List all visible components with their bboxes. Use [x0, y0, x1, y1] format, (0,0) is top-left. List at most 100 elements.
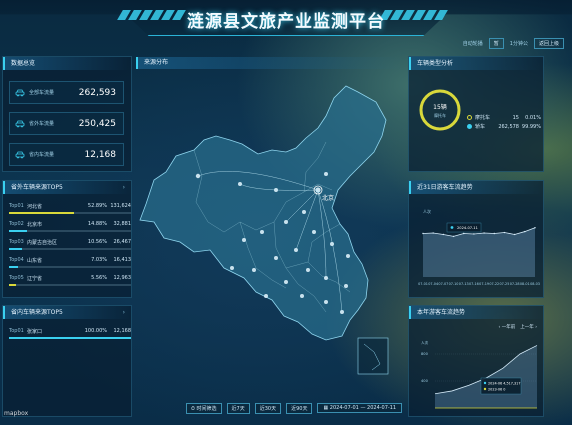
- progress-fill: [9, 230, 28, 232]
- progress-bar: [9, 230, 131, 232]
- region-count: 131,624: [110, 203, 131, 209]
- trend31-x-tick: 07-25: [500, 282, 510, 286]
- next-year-button[interactable]: 上一年 ›: [520, 324, 537, 330]
- stat-total: 全部车流量 262,593: [9, 81, 124, 104]
- inside-top5-title: 省内车辆来源TOP5 ›: [3, 306, 131, 319]
- outside-top5-title: 省外车辆来源TOP5 ›: [3, 181, 131, 194]
- trend31-point: [503, 231, 506, 234]
- trend31-point: [524, 230, 526, 233]
- chip-90days[interactable]: 近90天: [286, 402, 313, 414]
- region-name: 张家口: [27, 329, 43, 335]
- vehicle-type-title: 车辆类型分析: [409, 57, 543, 70]
- progress-fill: [9, 212, 74, 214]
- trend-year-title: 本年游客车流趋势: [409, 306, 543, 319]
- time-filter-label[interactable]: ⏱ 时间筛选: [186, 402, 222, 414]
- china-map[interactable]: 北京: [136, 72, 404, 398]
- trend31-point: [452, 235, 455, 238]
- trend31-point: [432, 232, 434, 234]
- trend31-point: [442, 233, 445, 236]
- top-list-item[interactable]: Top02 北京市 14.88% 32,881: [9, 221, 131, 237]
- stat-inside: 省内车流量 12,168: [9, 143, 124, 166]
- ring-center-value: 15辆: [433, 103, 447, 111]
- progress-bar: [9, 248, 131, 250]
- region-pct: 5.56%: [91, 275, 107, 281]
- region-pct: 52.89%: [87, 203, 107, 209]
- auto-play-toggle[interactable]: 暂: [488, 38, 504, 49]
- trend-year-nav: ‹ 一年前 上一年 ›: [499, 324, 537, 330]
- trend-year-panel: 本年游客车流趋势 ‹ 一年前 上一年 › 人次 800 400 2024-06 4,5…: [408, 305, 544, 417]
- top-list-item[interactable]: Top04 山东省 7.03% 16,413: [9, 257, 131, 273]
- legend-row-moto: 摩托车 15 0.01%: [467, 113, 541, 122]
- trend31-point: [483, 232, 485, 234]
- tooltip-dot-current: [483, 381, 487, 385]
- top-list-item[interactable]: Top01 张家口 100.00% 12,168: [9, 328, 131, 344]
- vehicle-type-ring: 15辆 摩托车: [419, 89, 461, 131]
- chip-30days[interactable]: 近30天: [254, 402, 282, 414]
- region-pct: 10.56%: [87, 239, 107, 245]
- trend31-x-tick: 08-03: [530, 282, 540, 286]
- back-button[interactable]: 返回上级: [533, 38, 564, 49]
- trend31-point: [493, 232, 495, 235]
- trend31-x-tick: 07-01: [418, 282, 428, 286]
- top-list-item[interactable]: Top05 辽宁省 5.56% 12,963: [9, 275, 131, 291]
- trend31-tooltip-dot: [450, 226, 454, 229]
- trend-year-chart[interactable]: 人次 800 400 2024-06 4,517,317 2023-06 0: [417, 338, 541, 414]
- trend-year-tooltip-a: 2024-06 4,517,317: [488, 381, 521, 385]
- progress-bar: [9, 284, 131, 286]
- trend31-x-tick: 08-01: [520, 282, 530, 286]
- trend31-tooltip-text: 2024-07-11: [457, 226, 478, 230]
- progress-bar: [9, 266, 131, 268]
- south-china-sea-inset: [357, 337, 389, 375]
- rank-label: Top05: [9, 275, 24, 281]
- trend-year-y-tick-low: 400: [421, 379, 429, 383]
- trend-year-area: [435, 345, 537, 408]
- trend-year-tooltip-b: 2023-06 0: [488, 387, 505, 391]
- header-controls: 自动轮播 暂 1分钟公 返回上级: [463, 38, 564, 49]
- chevron-right-icon[interactable]: ›: [123, 181, 125, 194]
- progress-fill: [9, 248, 23, 250]
- chevron-right-icon[interactable]: ›: [123, 306, 125, 319]
- region-pct: 14.88%: [87, 221, 107, 227]
- header-decoration-right: [379, 10, 452, 20]
- car-icon: [15, 89, 25, 96]
- prev-year-button[interactable]: ‹ 一年前: [499, 324, 516, 330]
- stat-outside: 省外车流量 250,425: [9, 112, 124, 135]
- region-count: 26,467: [113, 239, 132, 245]
- progress-fill: [9, 284, 17, 286]
- region-name: 河北省: [27, 204, 43, 210]
- china-outline: [139, 85, 387, 341]
- trend31-title: 近31日游客车流趋势: [409, 181, 543, 194]
- date-range-picker[interactable]: ▦ 2024-07-01 — 2024-07-11: [317, 403, 403, 413]
- stat-inside-label: 省内车流量: [29, 152, 55, 158]
- ring-center-label: 摩托车: [434, 112, 446, 118]
- overview-panel: 数据总览 全部车流量 262,593 省外车流量 250,425 省内车流量 1…: [2, 56, 132, 172]
- trend31-point: [534, 227, 536, 229]
- refresh-interval[interactable]: 1分钟公: [510, 40, 528, 47]
- chip-7days[interactable]: 近7天: [226, 402, 250, 414]
- trend31-chart[interactable]: 07-01 07-04 07-07 07-10 07-13 07-16 07-19 07-22…: [417, 215, 541, 293]
- rank-label: Top03: [9, 239, 24, 245]
- trend31-x-tick: 07-07: [438, 282, 448, 286]
- region-count: 32,881: [113, 221, 132, 227]
- region-pct: 100.00%: [84, 328, 107, 334]
- trend31-panel: 近31日游客车流趋势 人次 07-01 07-04 07-07 07-10 07-13 0…: [408, 180, 544, 298]
- stat-inside-value: 12,168: [84, 149, 117, 160]
- top-list-item[interactable]: Top01 河北省 52.89% 131,624: [9, 203, 131, 219]
- trend31-x-tick: 07-04: [428, 282, 438, 286]
- region-count: 12,168: [113, 328, 132, 334]
- top-list-item[interactable]: Top03 内蒙古自治区 10.56% 26,467: [9, 239, 131, 255]
- page-header: 涟源县文旅产业监测平台: [0, 0, 572, 38]
- auto-play-label: 自动轮播: [462, 41, 483, 47]
- vehicle-type-panel: 车辆类型分析 15辆 摩托车 摩托车 15 0.01% 轿车 262,578 9…: [408, 56, 544, 172]
- region-pct: 7.03%: [91, 257, 107, 263]
- trend31-point: [513, 233, 516, 236]
- trend-year-unit: 人次: [421, 340, 429, 345]
- region-name: 辽宁省: [27, 276, 43, 282]
- rank-label: Top01: [9, 328, 24, 334]
- legend-dot-moto: [467, 115, 472, 120]
- stat-outside-value: 250,425: [78, 118, 116, 129]
- mapbox-attribution: mapbox: [4, 410, 29, 417]
- overview-title: 数据总览: [3, 57, 131, 70]
- trend31-x-tick: 07-19: [479, 282, 489, 286]
- trend31-x-tick: 07-28: [510, 282, 520, 286]
